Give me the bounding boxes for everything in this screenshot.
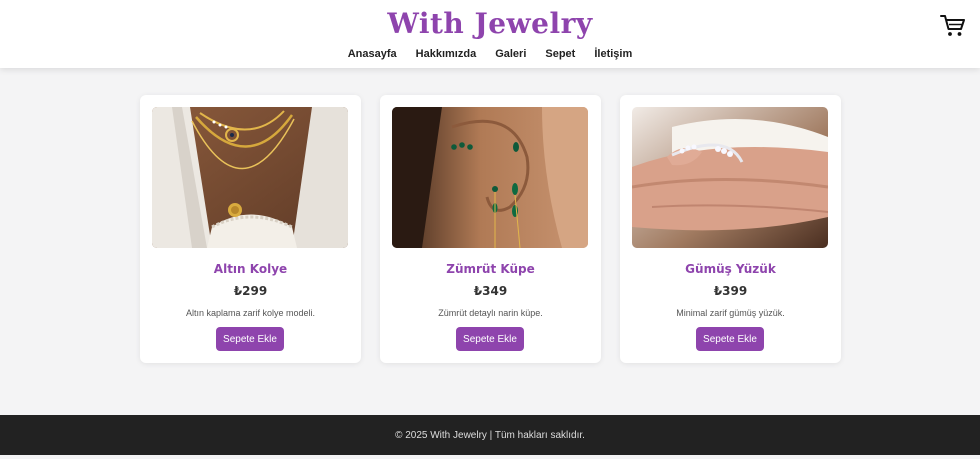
emerald-earring-photo[interactable] bbox=[392, 107, 588, 248]
nav-link-about[interactable]: Hakkımızda bbox=[416, 48, 477, 60]
product-section: Altın Kolye ₺299 Altın kaplama zarif kol… bbox=[0, 68, 980, 415]
shopping-cart-icon[interactable] bbox=[940, 14, 966, 38]
product-name: Altın Kolye bbox=[213, 262, 288, 276]
main-nav: Anasayfa Hakkımızda Galeri Sepet İletişi… bbox=[0, 48, 980, 60]
product-price: ₺299 bbox=[233, 284, 268, 298]
nav-link-gallery[interactable]: Galeri bbox=[495, 48, 526, 60]
nav-link-cart[interactable]: Sepet bbox=[545, 48, 575, 60]
product-description: Minimal zarif gümüş yüzük. bbox=[676, 308, 785, 318]
add-to-cart-button[interactable]: Sepete Ekle bbox=[696, 327, 764, 351]
site-footer: © 2025 With Jewelry | Tüm hakları saklıd… bbox=[0, 415, 980, 455]
nav-link-contact[interactable]: İletişim bbox=[594, 48, 632, 60]
copyright-text: © 2025 With Jewelry | Tüm hakları saklıd… bbox=[395, 429, 585, 441]
nav-link-home[interactable]: Anasayfa bbox=[348, 48, 397, 60]
product-price: ₺349 bbox=[473, 284, 508, 298]
add-to-cart-button[interactable]: Sepete Ekle bbox=[456, 327, 524, 351]
product-name: Gümüş Yüzük bbox=[685, 262, 776, 276]
product-card: Gümüş Yüzük ₺399 Minimal zarif gümüş yüz… bbox=[620, 95, 841, 363]
product-card: Zümrüt Küpe ₺349 Zümrüt detaylı narin kü… bbox=[380, 95, 601, 363]
silver-ring-photo[interactable] bbox=[632, 107, 828, 248]
site-header: With Jewelry Anasayfa Hakkımızda Galeri … bbox=[0, 0, 980, 68]
product-price: ₺399 bbox=[713, 284, 748, 298]
add-to-cart-button[interactable]: Sepete Ekle bbox=[216, 327, 284, 351]
product-description: Altın kaplama zarif kolye modeli. bbox=[185, 308, 316, 318]
product-card: Altın Kolye ₺299 Altın kaplama zarif kol… bbox=[140, 95, 361, 363]
gold-necklace-photo[interactable] bbox=[152, 107, 348, 248]
product-name: Zümrüt Küpe bbox=[446, 262, 535, 276]
product-description: Zümrüt detaylı narin küpe. bbox=[438, 308, 543, 318]
brand-title: With Jewelry bbox=[387, 7, 593, 40]
